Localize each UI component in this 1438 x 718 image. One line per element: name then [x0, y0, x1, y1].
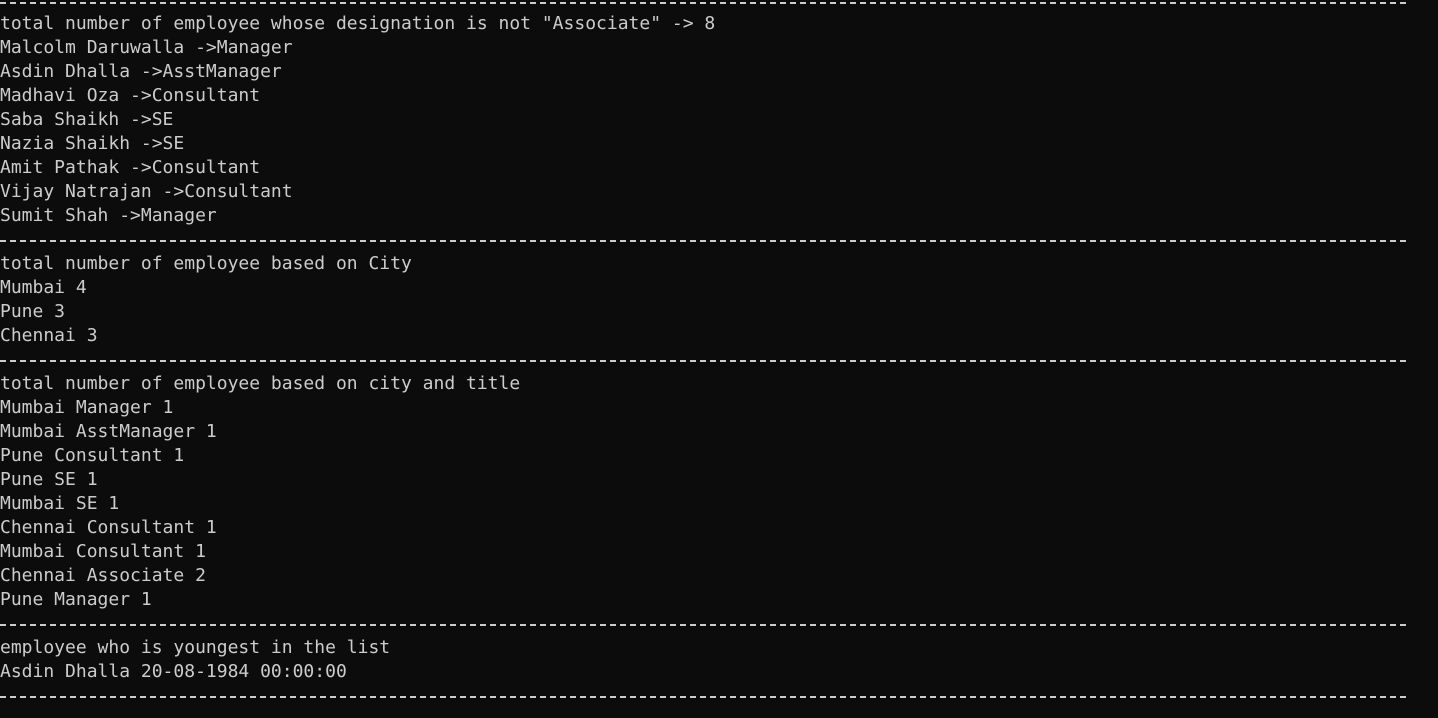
- output-line: Mumbai AsstManager 1: [0, 421, 217, 442]
- output-line: Pune 3: [0, 301, 66, 322]
- output-line: Pune SE 1: [0, 469, 98, 490]
- output-line: Malcolm Daruwalla ->Manager: [0, 37, 293, 58]
- output-line: Mumbai Manager 1: [0, 397, 174, 418]
- output-line: Vijay Natrajan ->Consultant: [0, 181, 293, 202]
- section-heading: total number of employee based on City: [0, 253, 412, 274]
- output-line: Mumbai 4: [0, 277, 87, 298]
- output-line: Chennai 3: [0, 325, 98, 346]
- separator-line: [0, 228, 1438, 252]
- output-line: Amit Pathak ->Consultant: [0, 157, 261, 178]
- separator-line: [0, 684, 1438, 708]
- output-line: Sumit Shah ->Manager: [0, 205, 217, 226]
- section-heading: total number of employee whose designati…: [0, 13, 716, 34]
- output-line: Mumbai SE 1: [0, 493, 120, 514]
- output-line: Nazia Shaikh ->SE: [0, 133, 185, 154]
- output-line: Mumbai Consultant 1: [0, 541, 206, 562]
- section-heading: employee who is youngest in the list: [0, 637, 391, 658]
- output-line: Pune Manager 1: [0, 589, 152, 610]
- output-line: Chennai Consultant 1: [0, 517, 217, 538]
- separator-line: [0, 0, 1438, 12]
- separator-line: [0, 348, 1438, 372]
- output-line: Chennai Associate 2: [0, 565, 206, 586]
- separator-line: [0, 612, 1438, 636]
- section-heading: total number of employee based on city a…: [0, 373, 521, 394]
- output-line: Madhavi Oza ->Consultant: [0, 85, 261, 106]
- output-line: Saba Shaikh ->SE: [0, 109, 174, 130]
- output-line: Asdin Dhalla ->AsstManager: [0, 61, 282, 82]
- output-line: Pune Consultant 1: [0, 445, 185, 466]
- console-window[interactable]: total number of employee whose designati…: [0, 0, 1438, 718]
- output-line: Asdin Dhalla 20-08-1984 00:00:00: [0, 661, 347, 682]
